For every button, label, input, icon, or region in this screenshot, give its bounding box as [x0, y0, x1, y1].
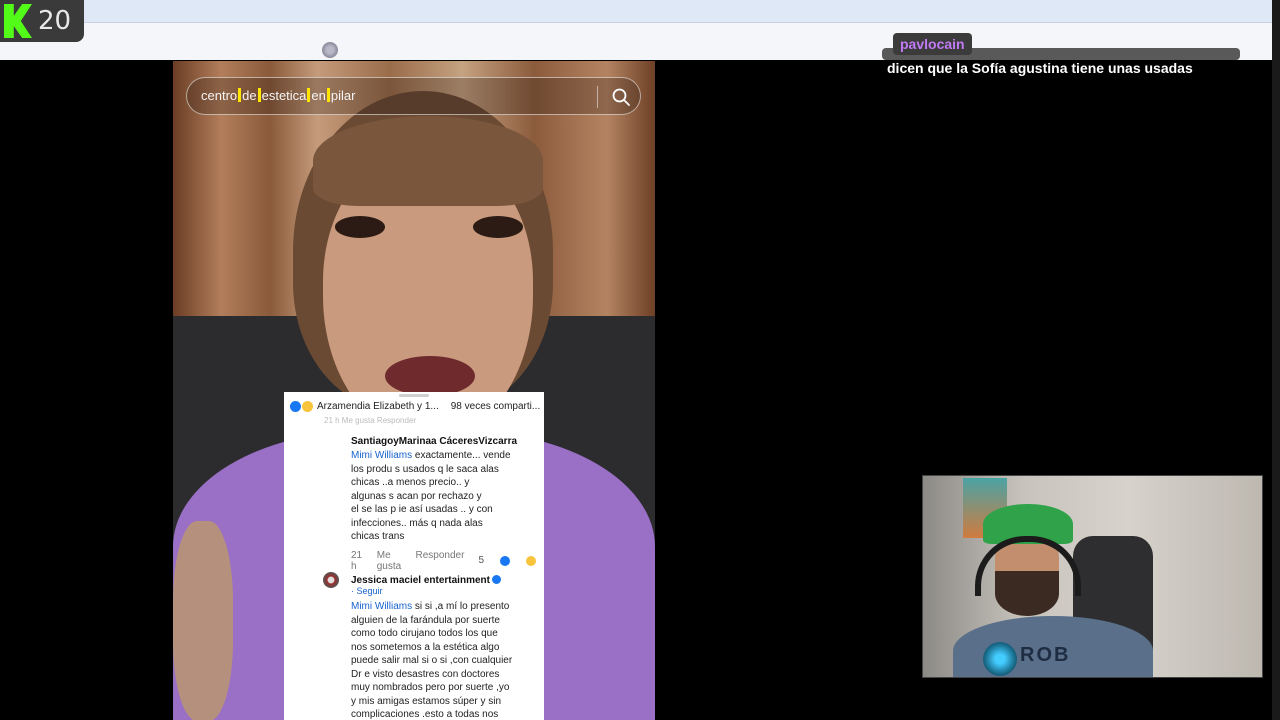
- comment-line: exactamente... vende: [412, 450, 511, 461]
- headset-icon: [975, 536, 1081, 596]
- comment: SantiagoyMarinaa CáceresVizcarra Mimi Wi…: [322, 436, 536, 572]
- video-person-hand: [173, 521, 233, 720]
- scrollbar[interactable]: [1272, 0, 1280, 720]
- search-word: en: [311, 88, 326, 103]
- comment-line: chicas trans: [351, 531, 405, 542]
- microphone-icon: [983, 642, 1017, 676]
- word-separator: [238, 88, 242, 102]
- comment-text: Mimi Williams si si ,a mí lo presento al…: [351, 600, 536, 720]
- verified-badge-icon: [491, 575, 501, 584]
- comment-author[interactable]: SantiagoyMarinaa CáceresVizcarra: [351, 436, 536, 447]
- comment-author-name: Jessica maciel entertainment: [351, 575, 490, 586]
- video-search-bar[interactable]: centro de estetica en pilar: [186, 77, 641, 115]
- chat-username[interactable]: pavlocain: [900, 36, 965, 52]
- streamer-webcam: ROB: [922, 475, 1263, 678]
- card-header: Arzamendia Elizabeth y 1... 98 veces com…: [290, 401, 540, 412]
- comment-meta: 21 h Me gusta Responder 5: [351, 550, 536, 572]
- search-word: estetica: [261, 88, 307, 103]
- mention[interactable]: Mimi Williams: [351, 450, 412, 461]
- kick-viewer-badge: 20: [0, 0, 84, 42]
- comment-line: nos sometemos a la estética algo: [351, 641, 500, 653]
- comment-author[interactable]: Jessica maciel entertainment: [351, 575, 536, 586]
- comment-line: algunas s acan por rechazo y: [351, 490, 482, 502]
- reply-button[interactable]: Responder: [416, 550, 465, 572]
- chat-message: dicen que la Sofía agustina tiene unas u…: [887, 60, 1193, 76]
- browser-bar: [0, 0, 1280, 22]
- comment-line: Dr e visto desastres con doctores: [351, 668, 500, 680]
- comment-line: chicas ..a menos precio.. y: [351, 477, 470, 488]
- reactors-text: Arzamendia Elizabeth y 1...: [317, 401, 439, 412]
- video-person-eye: [473, 216, 523, 238]
- comment-line: infecciones.. más q nada alas: [351, 517, 483, 529]
- search-word: pilar: [330, 88, 356, 103]
- word-separator: [307, 88, 311, 102]
- comment-time: 21 h: [351, 549, 363, 572]
- search-icon[interactable]: [611, 87, 631, 107]
- previous-comment-meta: 21 h Me gusta Responder: [324, 416, 417, 425]
- follow-button[interactable]: · Seguir: [351, 586, 536, 596]
- comment-line: muy nombrados pero por suerte ,yo: [351, 682, 510, 693]
- mention[interactable]: Mimi Williams: [351, 601, 412, 612]
- video-person-mouth: [385, 356, 475, 396]
- reaction-count: 5: [478, 550, 536, 572]
- wow-reaction-icon: [302, 401, 313, 412]
- badge-count: 20: [38, 6, 72, 36]
- comment: Jessica maciel entertainment · Seguir Mi…: [322, 575, 536, 720]
- comment-line: alguien de la farándula por suerte: [351, 614, 500, 626]
- search-word: de: [242, 88, 257, 103]
- word-separator: [257, 88, 261, 102]
- wow-reaction-icon: [526, 555, 536, 566]
- comment-line: y mis amigas estamos súper y sin: [351, 695, 502, 707]
- search-word: centro: [201, 88, 238, 103]
- reaction-count-value: 5: [478, 555, 484, 566]
- drag-handle[interactable]: [399, 394, 429, 397]
- search-divider: [597, 86, 598, 108]
- comment-text: Mimi Williams exactamente... vende los p…: [351, 449, 536, 544]
- kick-logo-icon: [4, 4, 32, 38]
- comment-line: el se las p ie así usadas .. y con: [351, 504, 493, 515]
- shares-text: 98 veces comparti...: [450, 401, 541, 412]
- like-button[interactable]: Me gusta: [377, 550, 402, 572]
- avatar: [322, 42, 338, 58]
- like-reaction-icon: [290, 401, 301, 412]
- comment-line: si si ,a mí lo presento: [412, 601, 510, 612]
- comment-line: como todo cirujano todos los que: [351, 628, 498, 639]
- shirt-text: ROB: [1020, 644, 1071, 666]
- video-person-bangs: [313, 116, 543, 206]
- chat-username-pill: pavlocain: [893, 33, 972, 55]
- video-person-eye: [335, 216, 385, 238]
- comment-line: los produ s usados q le saca alas: [351, 463, 499, 475]
- comment-line: complicaciones .esto a todas nos: [351, 709, 499, 720]
- word-separator: [326, 88, 330, 102]
- like-reaction-icon: [500, 555, 510, 566]
- search-query: centro de estetica en pilar: [201, 88, 355, 103]
- comment-line: puede salir mal si o si ,con cualquier: [351, 655, 513, 666]
